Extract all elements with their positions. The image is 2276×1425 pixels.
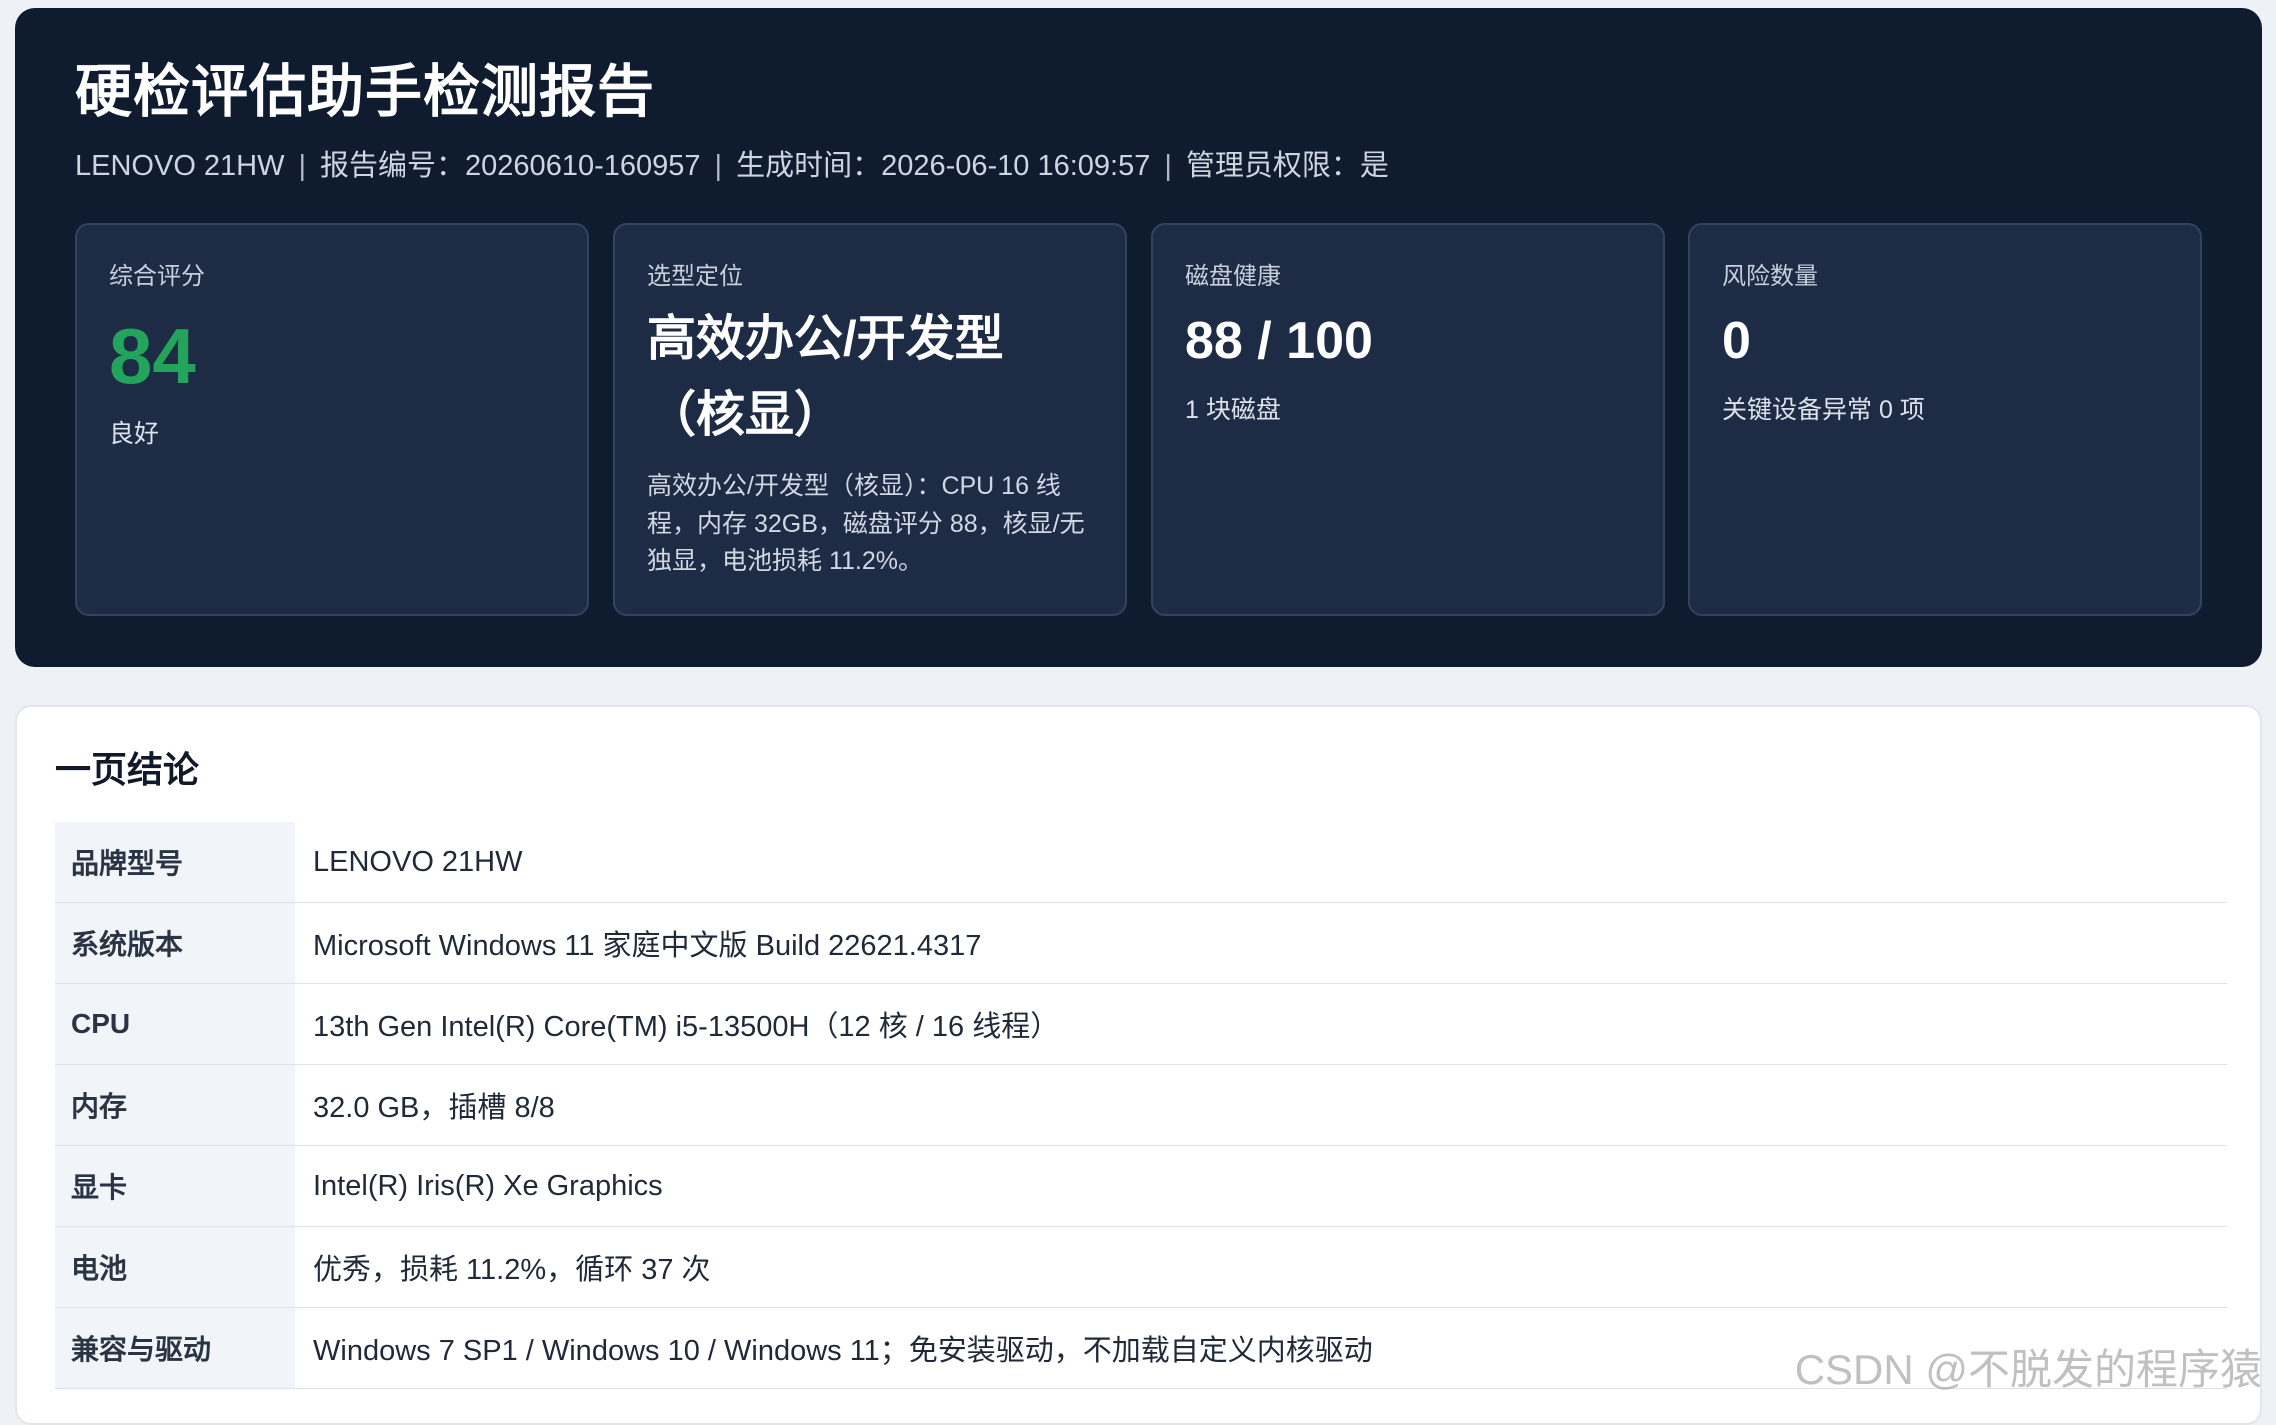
overall-score-grade: 良好: [109, 419, 160, 448]
table-row: CPU 13th Gen Intel(R) Core(TM) i5-13500H…: [55, 984, 2227, 1065]
meta-report-number: 报告编号：20260610-160957: [320, 150, 701, 182]
positioning-value-line1: 高效办公/开发型: [647, 312, 1004, 367]
row-value: 13th Gen Intel(R) Core(TM) i5-13500H（12 …: [313, 1011, 1060, 1043]
summary-table: 品牌型号 LENOVO 21HW 系统版本 Microsoft Windows …: [55, 822, 2227, 1389]
report-title: 硬检评估助手检测报告: [75, 60, 655, 124]
card-overall-score: 综合评分 84 良好: [75, 223, 589, 616]
table-row: 电池 优秀，损耗 11.2%，循环 37 次: [55, 1227, 2227, 1308]
row-value: LENOVO 21HW: [313, 845, 523, 878]
meta-separator: |: [1164, 150, 1172, 182]
risk-description: 关键设备异常 0 项: [1722, 395, 1925, 424]
card-disk-health: 磁盘健康 88 / 100 1 块磁盘: [1151, 223, 1665, 616]
table-row: 显卡 Intel(R) Iris(R) Xe Graphics: [55, 1146, 2227, 1227]
summary-title: 一页结论: [55, 749, 200, 790]
row-key: 显卡: [55, 1146, 295, 1226]
report-header: 硬检评估助手检测报告 LENOVO 21HW | 报告编号：20260610-160…: [15, 8, 2262, 667]
overall-score-value: 84: [109, 312, 196, 401]
row-value: Microsoft Windows 11 家庭中文版 Build 22621.4…: [313, 930, 982, 962]
row-key: 内存: [55, 1065, 295, 1145]
card-label: 风险数量: [1722, 263, 1818, 290]
table-row: 系统版本 Microsoft Windows 11 家庭中文版 Build 22…: [55, 903, 2227, 984]
watermark: CSDN @不脱发的程序猿: [1794, 1346, 2262, 1393]
table-row: 品牌型号 LENOVO 21HW: [55, 822, 2227, 903]
summary-panel: 一页结论 品牌型号 LENOVO 21HW 系统版本 Microsoft Win…: [15, 705, 2262, 1425]
card-risk-count: 风险数量 0 关键设备异常 0 项: [1688, 223, 2202, 616]
card-label: 综合评分: [109, 263, 205, 290]
row-key: 系统版本: [55, 903, 295, 983]
positioning-description: 高效办公/开发型（核显）：CPU 16 线程，内存 32GB，磁盘评分 88，核…: [647, 472, 1085, 576]
row-value: 优秀，损耗 11.2%，循环 37 次: [313, 1254, 711, 1286]
row-value: 32.0 GB，插槽 8/8: [313, 1092, 555, 1124]
row-value: Intel(R) Iris(R) Xe Graphics: [313, 1169, 663, 1202]
disk-health-value: 88 / 100: [1185, 312, 1373, 371]
card-label: 磁盘健康: [1185, 263, 1281, 290]
meta-admin-permission: 管理员权限：是: [1185, 150, 1389, 182]
table-row: 内存 32.0 GB，插槽 8/8: [55, 1065, 2227, 1146]
report-meta: LENOVO 21HW | 报告编号：20260610-160957 | 生成时间：20…: [75, 148, 1389, 186]
row-key: 品牌型号: [55, 822, 295, 902]
meta-separator: |: [298, 150, 307, 182]
card-positioning: 选型定位 高效办公/开发型 （核显） 高效办公/开发型（核显）：CPU 16 线…: [613, 223, 1127, 616]
row-key: CPU: [55, 984, 295, 1064]
row-key: 电池: [55, 1227, 295, 1307]
row-key: 兼容与驱动: [55, 1308, 295, 1388]
risk-count-value: 0: [1722, 312, 1751, 371]
meta-device: LENOVO 21HW: [75, 150, 285, 182]
summary-cards: 综合评分 84 良好 选型定位 高效办公/开发型 （核显） 高效办公/开发型（核…: [75, 223, 2202, 616]
card-label: 选型定位: [647, 263, 743, 290]
positioning-value-line2: （核显）: [647, 388, 844, 443]
disk-count: 1 块磁盘: [1185, 395, 1281, 424]
meta-generated-time: 生成时间：2026-06-10 16:09:57: [736, 150, 1151, 182]
meta-separator: |: [714, 150, 723, 182]
positioning-value: 高效办公/开发型 （核显）: [647, 302, 1093, 454]
